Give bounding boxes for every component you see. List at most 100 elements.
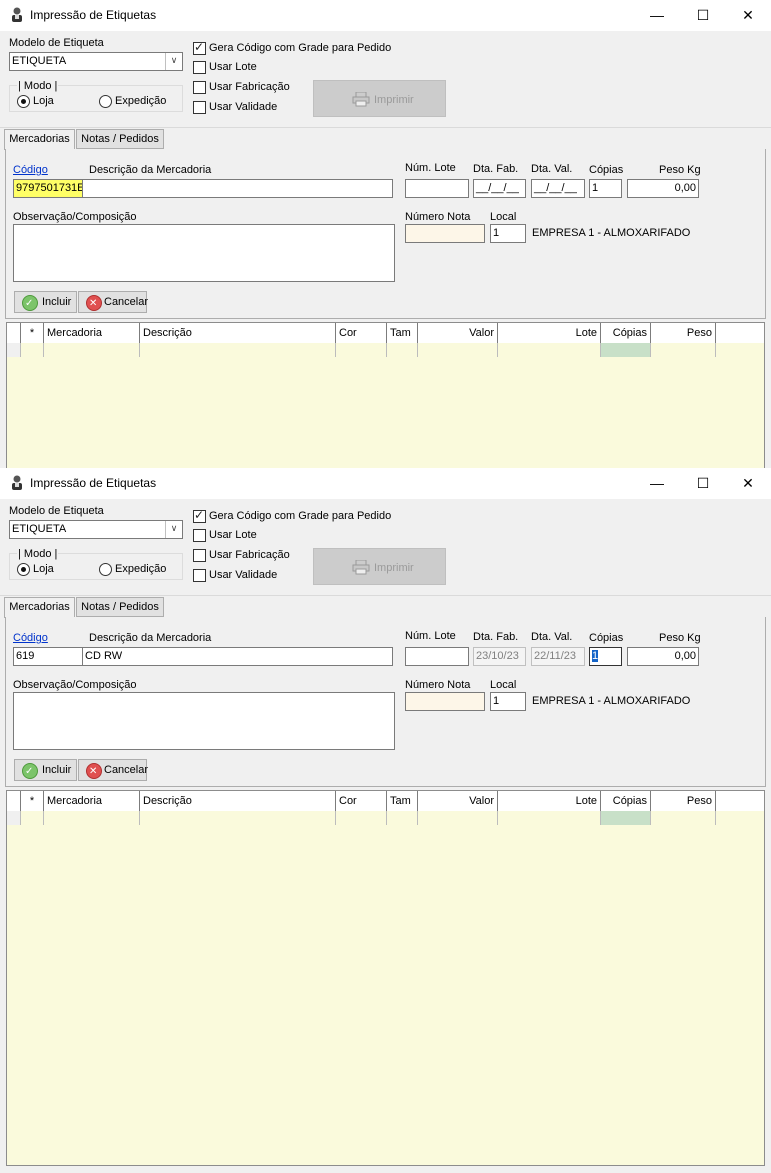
maximize-button[interactable]: ☐ <box>680 468 726 499</box>
usar-lote-label: Usar Lote <box>209 529 257 541</box>
title-bar: Impressão de Etiquetas — ☐ ✕ <box>0 468 771 499</box>
grid-col-descricao[interactable]: Descrição <box>140 791 336 811</box>
usar-lote-checkbox[interactable] <box>193 61 206 74</box>
usar-fabricacao-checkbox[interactable] <box>193 549 206 562</box>
descricao-input[interactable]: CD RW <box>82 647 393 666</box>
grid-col-star[interactable]: * <box>21 323 44 343</box>
local-input[interactable]: 1 <box>490 224 526 243</box>
minimize-button[interactable]: — <box>634 468 680 499</box>
window-1: Impressão de Etiquetas — ☐ ✕ Modelo de E… <box>0 0 771 468</box>
grid-col-peso[interactable]: Peso <box>651 323 716 343</box>
grid-col-cor[interactable]: Cor <box>336 791 387 811</box>
grid-col-copias[interactable]: Cópias <box>601 791 651 811</box>
local-label: Local <box>490 211 517 223</box>
obs-label: Observação/Composição <box>13 211 137 223</box>
grid-col-lote[interactable]: Lote <box>498 791 601 811</box>
usar-fabricacao-label: Usar Fabricação <box>209 81 290 93</box>
grid-col-valor[interactable]: Valor <box>418 791 498 811</box>
table-row[interactable] <box>7 811 764 825</box>
grid-col-peso[interactable]: Peso <box>651 791 716 811</box>
tab-mercadorias[interactable]: Mercadorias <box>4 129 75 150</box>
close-icon: ✕ <box>742 7 754 23</box>
grid-col-lote[interactable]: Lote <box>498 323 601 343</box>
copias-input[interactable]: 1 <box>589 647 622 666</box>
numero-nota-label: Número Nota <box>405 211 471 223</box>
modelo-value: ETIQUETA <box>12 55 67 67</box>
copias-input[interactable]: 1 <box>589 179 622 198</box>
num-lote-input[interactable] <box>405 647 469 666</box>
codigo-label[interactable]: Código <box>13 164 48 176</box>
codigo-input[interactable]: 619 <box>13 647 83 666</box>
usar-validade-checkbox[interactable] <box>193 101 206 114</box>
maximize-icon: ☐ <box>696 475 710 491</box>
tab-notas-pedidos[interactable]: Notas / Pedidos <box>76 129 164 149</box>
tab-mercadorias[interactable]: Mercadorias <box>4 597 75 618</box>
dta-fab-input[interactable]: 23/10/23 <box>473 647 526 666</box>
gera-codigo-checkbox[interactable] <box>193 40 206 55</box>
copias-label: Cópias <box>589 632 624 644</box>
grid-col-star[interactable]: * <box>21 791 44 811</box>
dta-fab-input[interactable]: __/__/__ <box>473 179 526 198</box>
dta-val-input[interactable]: 22/11/23 <box>531 647 585 666</box>
imprimir-button[interactable]: Imprimir <box>313 548 446 585</box>
grid-header: * Mercadoria Descrição Cor Tam Valor Lot… <box>7 791 764 811</box>
dta-val-label: Dta. Val. <box>531 163 573 175</box>
loja-radio[interactable] <box>17 95 30 108</box>
grid-col-cor[interactable]: Cor <box>336 323 387 343</box>
imprimir-button[interactable]: Imprimir <box>313 80 446 117</box>
num-lote-label: Núm. Lote <box>405 162 456 174</box>
items-grid[interactable]: * Mercadoria Descrição Cor Tam Valor Lot… <box>6 322 765 468</box>
num-lote-input[interactable] <box>405 179 469 198</box>
dta-val-input[interactable]: __/__/__ <box>531 179 585 198</box>
cancelar-button[interactable]: ✕ Cancelar <box>78 759 148 781</box>
divider <box>0 595 771 596</box>
close-icon: ✕ <box>742 475 754 491</box>
tab-notas-pedidos[interactable]: Notas / Pedidos <box>76 597 164 617</box>
usar-fabricacao-checkbox[interactable] <box>193 81 206 94</box>
grid-header: * Mercadoria Descrição Cor Tam Valor Lot… <box>7 323 764 343</box>
copias-value: 1 <box>592 650 599 662</box>
expedicao-label: Expedição <box>115 95 167 107</box>
loja-radio[interactable] <box>17 563 30 576</box>
grid-col-tam[interactable]: Tam <box>387 791 418 811</box>
grid-col-valor[interactable]: Valor <box>418 323 498 343</box>
title-bar: Impressão de Etiquetas — ☐ ✕ <box>0 0 771 31</box>
local-description: EMPRESA 1 - ALMOXARIFADO <box>532 695 691 707</box>
incluir-button[interactable]: ✓ Incluir <box>14 759 77 781</box>
codigo-input[interactable]: 9797501731E <box>13 179 83 198</box>
maximize-button[interactable]: ☐ <box>680 0 726 31</box>
numero-nota-input[interactable] <box>405 224 485 243</box>
modelo-select[interactable]: ETIQUETA ∨ <box>9 52 183 71</box>
gera-codigo-label: Gera Código com Grade para Pedido <box>209 510 392 522</box>
expedicao-radio[interactable] <box>99 563 112 576</box>
local-input[interactable]: 1 <box>490 692 526 711</box>
modelo-select[interactable]: ETIQUETA ∨ <box>9 520 183 539</box>
incluir-button[interactable]: ✓ Incluir <box>14 291 77 313</box>
obs-textarea[interactable] <box>13 692 395 750</box>
usar-lote-checkbox[interactable] <box>193 529 206 542</box>
grid-col-descricao[interactable]: Descrição <box>140 323 336 343</box>
expedicao-radio[interactable] <box>99 95 112 108</box>
grid-col-mercadoria[interactable]: Mercadoria <box>44 791 140 811</box>
grid-col-copias[interactable]: Cópias <box>601 323 651 343</box>
numero-nota-input[interactable] <box>405 692 485 711</box>
minimize-button[interactable]: — <box>634 0 680 31</box>
grid-col-tam[interactable]: Tam <box>387 323 418 343</box>
peso-input[interactable]: 0,00 <box>627 179 699 198</box>
cancelar-label: Cancelar <box>104 296 149 308</box>
peso-input[interactable]: 0,00 <box>627 647 699 666</box>
modelo-value: ETIQUETA <box>12 523 67 535</box>
window-title: Impressão de Etiquetas <box>30 476 157 490</box>
usar-validade-checkbox[interactable] <box>193 569 206 582</box>
obs-textarea[interactable] <box>13 224 395 282</box>
close-button[interactable]: ✕ <box>725 0 771 31</box>
gera-codigo-checkbox[interactable] <box>193 508 206 523</box>
grid-col-mercadoria[interactable]: Mercadoria <box>44 323 140 343</box>
descricao-input[interactable] <box>82 179 393 198</box>
close-button[interactable]: ✕ <box>725 468 771 499</box>
modelo-label: Modelo de Etiqueta <box>9 37 104 49</box>
table-row[interactable] <box>7 343 764 357</box>
items-grid[interactable]: * Mercadoria Descrição Cor Tam Valor Lot… <box>6 790 765 1166</box>
codigo-label[interactable]: Código <box>13 632 48 644</box>
cancelar-button[interactable]: ✕ Cancelar <box>78 291 149 313</box>
